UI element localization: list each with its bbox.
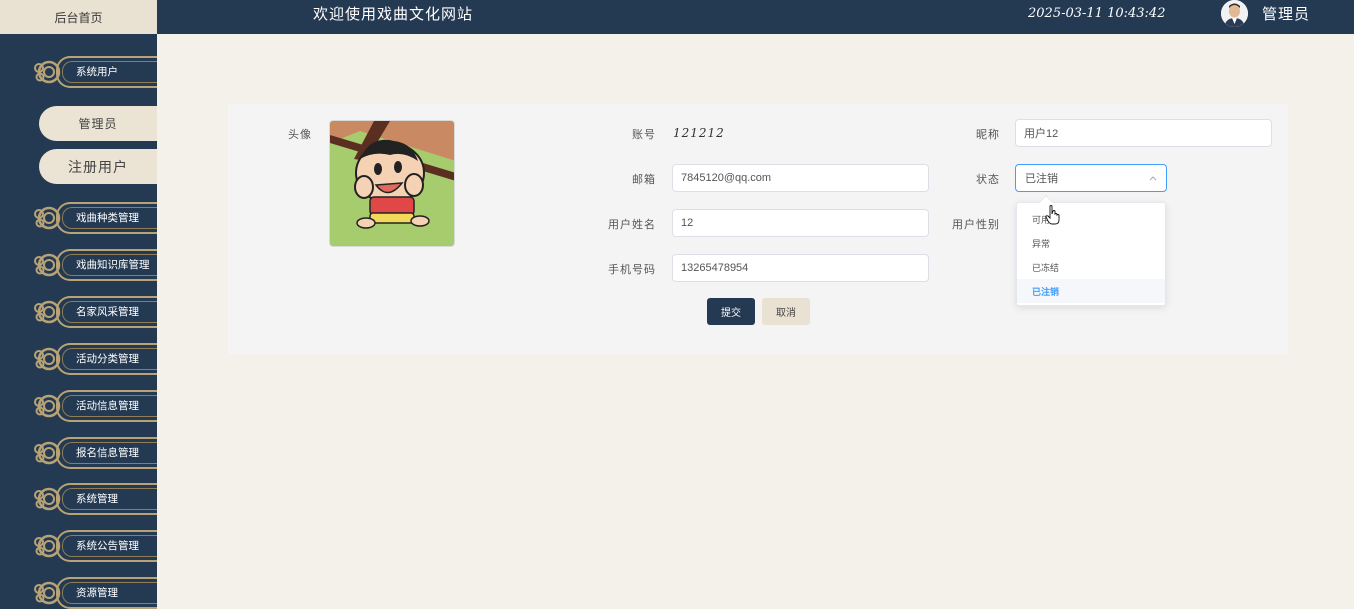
- sidebar-item-opera-knowledge[interactable]: 戏曲知识库管理: [34, 247, 157, 283]
- realname-label: 用户姓名: [608, 218, 656, 231]
- sidebar-item-label: 戏曲知识库管理: [76, 259, 150, 271]
- cloud-knot-icon: [34, 300, 61, 324]
- top-bar: 后台首页 欢迎使用戏曲文化网站 2025-03-11 10:43:42 管理员: [0, 0, 1354, 34]
- gender-label: 用户性别: [952, 218, 1000, 231]
- nickname-field[interactable]: 用户12: [1015, 119, 1272, 147]
- status-option-abnormal[interactable]: 异常: [1017, 231, 1165, 255]
- cloud-knot-icon: [34, 487, 61, 511]
- phone-label: 手机号码: [608, 263, 656, 276]
- datetime-display: 2025-03-11 10:43:42: [1028, 6, 1166, 21]
- cloud-knot-icon: [34, 581, 61, 605]
- status-select-value: 已注销: [1025, 173, 1058, 185]
- status-select[interactable]: 已注销: [1015, 164, 1167, 192]
- sidebar-item-activity-info[interactable]: 活动信息管理: [34, 388, 157, 424]
- user-avatar[interactable]: [1221, 0, 1248, 27]
- sidebar-item-label: 活动分类管理: [76, 353, 139, 365]
- submit-button[interactable]: 提交: [707, 298, 755, 325]
- sidebar-item-label: 报名信息管理: [76, 447, 139, 459]
- sidebar-item-announcements[interactable]: 系统公告管理: [34, 528, 157, 564]
- status-option-available[interactable]: 可用: [1017, 207, 1165, 231]
- sidebar-item-opera-types[interactable]: 戏曲种类管理: [34, 200, 157, 236]
- sidebar-item-activity-categories[interactable]: 活动分类管理: [34, 341, 157, 377]
- nickname-label: 昵称: [976, 128, 1000, 141]
- avatar-upload[interactable]: [329, 120, 455, 247]
- sidebar-subitem-registered-users[interactable]: 注册用户: [39, 149, 157, 184]
- realname-field[interactable]: 12: [672, 209, 929, 237]
- cartoon-avatar-image: [330, 121, 454, 246]
- cloud-knot-icon: [34, 253, 61, 277]
- sidebar-item-system-users[interactable]: 系统用户: [34, 54, 157, 90]
- sidebar-item-registrations[interactable]: 报名信息管理: [34, 435, 157, 471]
- admin-name[interactable]: 管理员: [1262, 3, 1310, 24]
- sidebar-item-label: 名家风采管理: [76, 306, 139, 318]
- sidebar-item-label: 资源管理: [76, 587, 118, 599]
- hand-pointer-icon: [1045, 205, 1060, 225]
- cloud-knot-icon: [34, 347, 61, 371]
- account-label: 账号: [632, 128, 656, 141]
- sidebar-item-masters[interactable]: 名家风采管理: [34, 294, 157, 330]
- site-title: 欢迎使用戏曲文化网站: [313, 5, 474, 23]
- status-option-frozen[interactable]: 已冻结: [1017, 255, 1165, 279]
- sidebar-subitem-admin[interactable]: 管理员: [39, 106, 157, 141]
- sidebar-item-label: 系统用户: [76, 66, 118, 78]
- phone-field[interactable]: 13265478954: [672, 254, 929, 282]
- chevron-up-icon: [1149, 176, 1157, 181]
- status-label: 状态: [976, 173, 1000, 186]
- sidebar-item-label: 戏曲种类管理: [76, 212, 139, 224]
- cloud-knot-icon: [34, 206, 61, 230]
- email-label: 邮箱: [632, 173, 656, 186]
- sidebar-item-label: 活动信息管理: [76, 400, 139, 412]
- cancel-button[interactable]: 取消: [762, 298, 810, 325]
- cloud-knot-icon: [34, 394, 61, 418]
- status-dropdown-menu: 可用 异常 已冻结 已注销: [1016, 194, 1166, 306]
- avatar-label: 头像: [288, 128, 312, 141]
- home-tab[interactable]: 后台首页: [0, 0, 157, 34]
- status-option-cancelled[interactable]: 已注销: [1017, 279, 1165, 303]
- cloud-knot-icon: [34, 60, 61, 84]
- sidebar-item-label: 系统管理: [76, 493, 118, 505]
- account-value: 121212: [673, 126, 725, 140]
- email-field[interactable]: 7845120@qq.com: [672, 164, 929, 192]
- sidebar-item-system-management[interactable]: 系统管理: [34, 481, 157, 517]
- cloud-knot-icon: [34, 534, 61, 558]
- sidebar-item-label: 系统公告管理: [76, 540, 139, 552]
- sidebar-item-resources[interactable]: 资源管理: [34, 575, 157, 609]
- cloud-knot-icon: [34, 441, 61, 465]
